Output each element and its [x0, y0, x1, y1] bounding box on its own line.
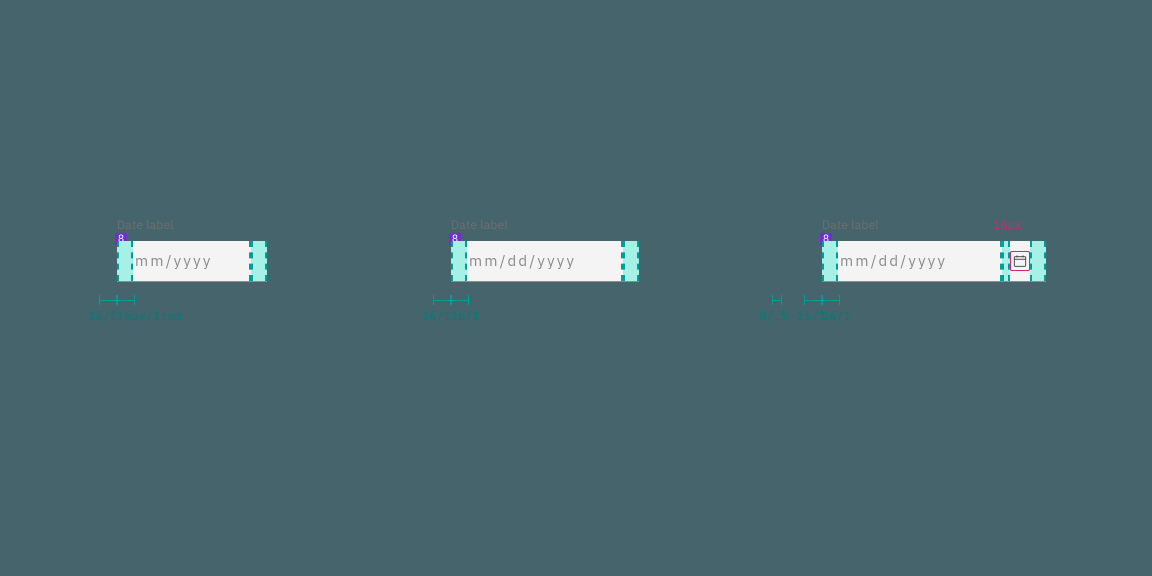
field-label: Date label: [451, 218, 639, 233]
icon-gap-highlight: [1002, 241, 1010, 281]
measure-bar-right: [804, 295, 822, 305]
date-input[interactable]: mm/yyyy: [117, 241, 267, 282]
datepicker-spec-icon: Date label 8 16px mm/dd/yyyy 16/1 8/.5: [822, 218, 1046, 274]
measure-label-left: 16px/1rem: [117, 309, 182, 324]
date-placeholder: mm/dd/yyyy: [467, 252, 621, 271]
measure-label-left: 16/1: [822, 309, 851, 324]
measure-bar-right: [433, 295, 451, 305]
date-placeholder: mm/yyyy: [133, 252, 249, 271]
icon-size-callout: 16px: [993, 218, 1022, 233]
measure-label-gap: 8/.5: [759, 309, 788, 324]
calendar-icon[interactable]: [1010, 251, 1030, 271]
date-input[interactable]: mm/dd/yyyy: [451, 241, 639, 282]
measure-label-right: 16/1: [797, 309, 826, 324]
measure-label-right: 16/1: [422, 309, 451, 324]
padding-right-highlight: [1030, 241, 1046, 281]
measure-label-left: 16/1: [451, 309, 480, 324]
padding-left-highlight: [822, 241, 838, 281]
measure-bar-left: [117, 295, 135, 305]
padding-right-highlight: [623, 241, 639, 281]
measure-bar-right: [99, 295, 117, 305]
padding-left-highlight: [117, 241, 133, 281]
measure-bar-left: [822, 295, 840, 305]
field-label: Date label: [117, 218, 267, 233]
datepicker-spec-simple: Date label 8 mm/yyyy 16px/1rem 16/1: [117, 218, 267, 274]
measure-bar-left: [451, 295, 469, 305]
measure-label-right: 16/1: [88, 309, 117, 324]
date-placeholder: mm/dd/yyyy: [838, 252, 1000, 271]
measure-bar-gap: [772, 295, 782, 305]
datepicker-spec-single: Date label 8 mm/dd/yyyy 16/1 16/1: [451, 218, 639, 274]
padding-left-highlight: [451, 241, 467, 281]
padding-right-highlight: [251, 241, 267, 281]
date-input[interactable]: mm/dd/yyyy: [822, 241, 1046, 282]
